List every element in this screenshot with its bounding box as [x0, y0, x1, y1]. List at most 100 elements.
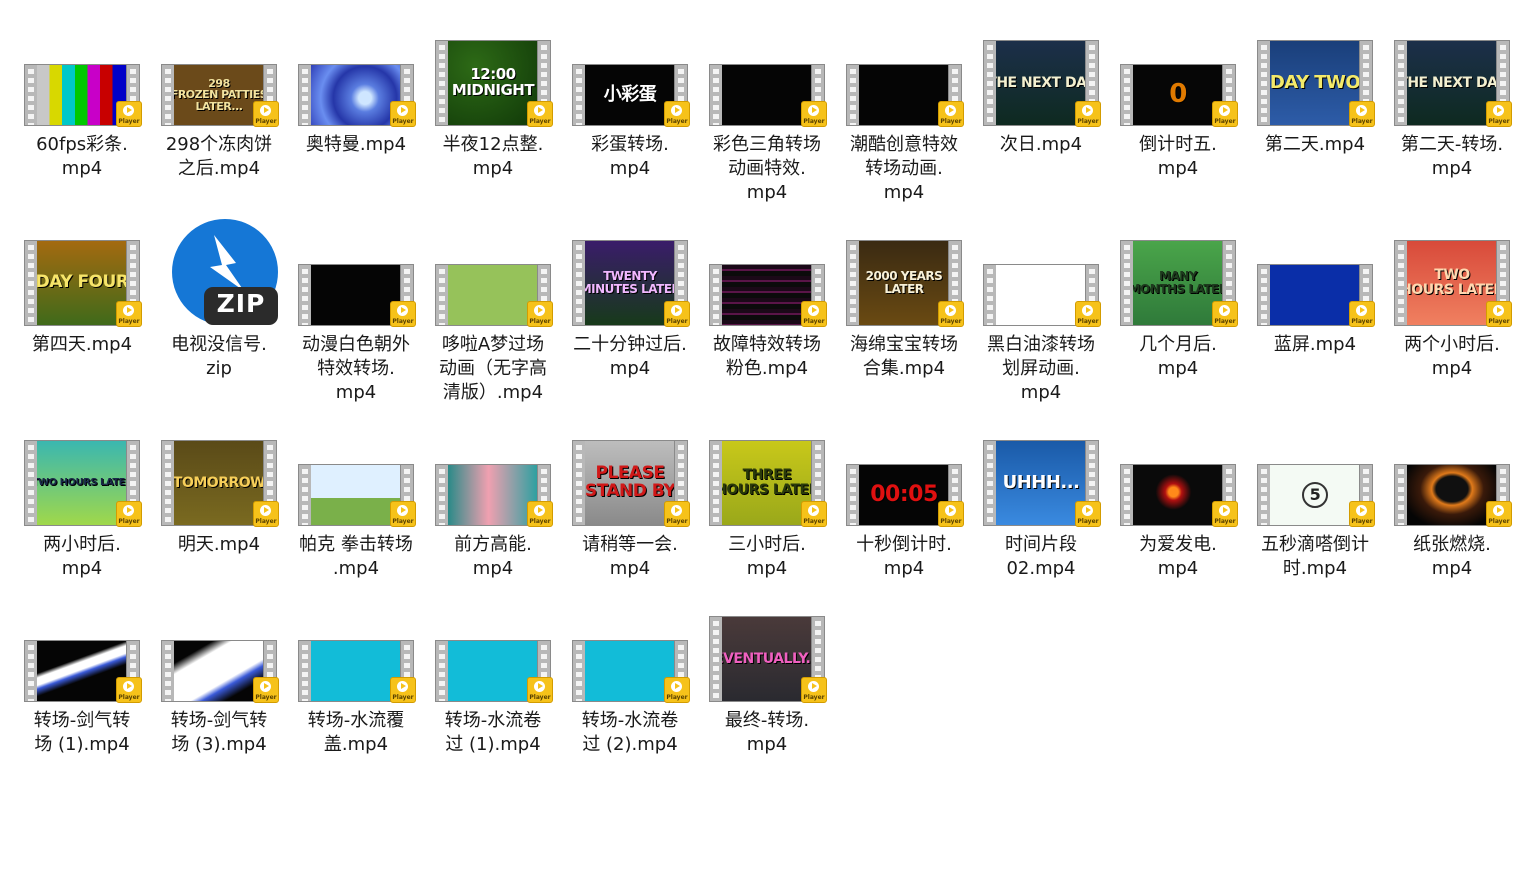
video-frame: [585, 641, 675, 701]
file-item[interactable]: 12:00 MIDNIGHT Player 半夜12点整. mp4: [426, 34, 560, 224]
file-item[interactable]: TWO HOURS LATER Player 两个小时后. mp4: [1385, 234, 1519, 424]
film-frame: MANY MONTHS LATER Player: [1120, 240, 1238, 327]
file-item[interactable]: Player 蓝屏.mp4: [1248, 234, 1382, 424]
file-item[interactable]: 5 Player 五秒滴嗒倒计 时.mp4: [1248, 434, 1382, 624]
player-badge-text: Player: [392, 518, 414, 525]
file-item[interactable]: 00:05 Player 十秒倒计时. mp4: [837, 434, 971, 624]
player-badge-text: Player: [1214, 318, 1236, 325]
file-item[interactable]: THE NEXT DAY Player 第二天-转场. mp4: [1385, 34, 1519, 224]
file-item[interactable]: 小彩蛋 Player 彩蛋转场. mp4: [563, 34, 697, 224]
file-item[interactable]: Player 前方高能. mp4: [426, 434, 560, 624]
file-item[interactable]: Player 60fps彩条. mp4: [15, 34, 149, 224]
film-frame: 小彩蛋 Player: [572, 64, 690, 127]
file-name-label: 转场-剑气转 场 (1).mp4: [33, 710, 131, 755]
file-item[interactable]: Player 彩色三角转场 动画特效. mp4: [700, 34, 834, 224]
player-badge-text: Player: [1077, 318, 1099, 325]
film-frame: Player: [435, 264, 553, 327]
file-item[interactable]: 2000 YEARS LATER Player 海绵宝宝转场 合集.mp4: [837, 234, 971, 424]
file-item[interactable]: DAY TWO Player 第二天.mp4: [1248, 34, 1382, 224]
video-frame: [722, 65, 812, 125]
file-item[interactable]: Player 黑白油漆转场 划屏动画. mp4: [974, 234, 1108, 424]
video-thumbnail: THE NEXT DAY Player: [974, 34, 1108, 132]
player-badge-icon: Player: [1486, 501, 1512, 527]
file-item[interactable]: Player 哆啦A梦过场 动画（无字高 清版）.mp4: [426, 234, 560, 424]
file-item[interactable]: Player 转场-水流覆 盖.mp4: [289, 610, 423, 800]
file-name-label: 蓝屏.mp4: [1273, 334, 1357, 355]
film-frame: PLEASE STAND BY Player: [572, 440, 690, 527]
player-badge-icon: Player: [116, 101, 142, 127]
video-frame: [174, 641, 264, 701]
file-item[interactable]: Player 为爱发电. mp4: [1111, 434, 1245, 624]
video-frame: [1133, 465, 1223, 525]
player-badge-icon: Player: [1486, 101, 1512, 127]
player-badge-icon: Player: [938, 301, 964, 327]
file-item[interactable]: DAY FOUR Player 第四天.mp4: [15, 234, 149, 424]
file-item[interactable]: Player 潮酷创意特效 转场动画. mp4: [837, 34, 971, 224]
file-name-label: 明天.mp4: [177, 534, 261, 555]
video-frame: [448, 265, 538, 325]
player-badge-text: Player: [803, 318, 825, 325]
file-item[interactable]: 298 FROZEN PATTIES LATER... Player 298个冻肉饼…: [152, 34, 286, 224]
file-item[interactable]: PLEASE STAND BY Player 请稍等一会. mp4: [563, 434, 697, 624]
file-name-label: 帕克 拳击转场 .mp4: [299, 534, 413, 579]
player-badge-icon: Player: [1212, 301, 1238, 327]
video-thumbnail: Player: [289, 234, 423, 332]
player-badge-text: Player: [529, 318, 551, 325]
player-badge-text: Player: [118, 318, 140, 325]
video-thumbnail: Player: [1248, 234, 1382, 332]
player-badge-icon: Player: [664, 677, 690, 703]
player-badge-text: Player: [666, 518, 688, 525]
file-item[interactable]: Player 帕克 拳击转场 .mp4: [289, 434, 423, 624]
file-item[interactable]: Player 纸张燃烧. mp4: [1385, 434, 1519, 624]
file-name-label: 前方高能. mp4: [454, 534, 532, 579]
file-item[interactable]: THE NEXT DAY Player 次日.mp4: [974, 34, 1108, 224]
file-name-label: 海绵宝宝转场 合集.mp4: [850, 334, 958, 379]
video-thumbnail: DAY TWO Player: [1248, 34, 1382, 132]
file-name-label: 次日.mp4: [999, 134, 1083, 155]
player-badge-icon: Player: [664, 101, 690, 127]
file-item[interactable]: TWENTY MINUTES LATER Player 二十分钟过后. mp4: [563, 234, 697, 424]
video-thumbnail: 0 Player: [1111, 34, 1245, 132]
file-item[interactable]: ZIP 电视没信号. zip: [152, 219, 286, 424]
player-badge-text: Player: [392, 118, 414, 125]
file-item[interactable]: 0 Player 倒计时五. mp4: [1111, 34, 1245, 224]
file-item[interactable]: Player 转场-水流卷 过 (2).mp4: [563, 610, 697, 800]
frame-caption: UHHH...: [1002, 471, 1080, 493]
file-item[interactable]: Player 奥特曼.mp4: [289, 34, 423, 224]
video-thumbnail: UHHH... Player: [974, 434, 1108, 532]
player-badge-icon: Player: [1075, 501, 1101, 527]
file-item[interactable]: TOMORROW Player 明天.mp4: [152, 434, 286, 624]
file-item[interactable]: Player 转场-剑气转 场 (3).mp4: [152, 610, 286, 800]
file-name-label: 纸张燃烧. mp4: [1413, 534, 1491, 579]
video-thumbnail: 小彩蛋 Player: [563, 34, 697, 132]
film-frame: Player: [1394, 464, 1512, 527]
video-thumbnail: Player: [152, 610, 286, 708]
file-item[interactable]: EVENTUALLY... Player 最终-转场. mp4: [700, 610, 834, 800]
file-item[interactable]: Player 转场-水流卷 过 (1).mp4: [426, 610, 560, 800]
file-name-label: 半夜12点整. mp4: [442, 134, 544, 179]
file-item[interactable]: Player 动漫白色朝外 特效转场. mp4: [289, 234, 423, 424]
frame-caption: 0: [1169, 79, 1187, 110]
film-frame: Player: [24, 640, 142, 703]
player-badge-text: Player: [1214, 118, 1236, 125]
player-badge-icon: Player: [801, 677, 827, 703]
player-badge-text: Player: [940, 118, 962, 125]
film-frame: Player: [298, 264, 416, 327]
player-badge-icon: Player: [527, 677, 553, 703]
file-item[interactable]: MANY MONTHS LATER Player 几个月后. mp4: [1111, 234, 1245, 424]
file-item[interactable]: THREE HOURS LATER Player 三小时后. mp4: [700, 434, 834, 624]
video-frame: [448, 641, 538, 701]
file-name-label: 彩色三角转场 动画特效. mp4: [713, 134, 821, 203]
file-name-label: 60fps彩条. mp4: [36, 134, 128, 179]
film-frame: TWENTY MINUTES LATER Player: [572, 240, 690, 327]
video-frame: DAY FOUR: [37, 241, 127, 325]
film-frame: DAY FOUR Player: [24, 240, 142, 327]
file-item[interactable]: Player 转场-剑气转 场 (1).mp4: [15, 610, 149, 800]
player-badge-icon: Player: [390, 677, 416, 703]
video-thumbnail: TWO HOURS LATER Player: [1385, 234, 1519, 332]
file-item[interactable]: UHHH... Player 时间片段 02.mp4: [974, 434, 1108, 624]
film-frame: Player: [298, 64, 416, 127]
file-item[interactable]: TWO HOURS LATER Player 两小时后. mp4: [15, 434, 149, 624]
player-badge-text: Player: [1077, 118, 1099, 125]
file-item[interactable]: Player 故障特效转场 粉色.mp4: [700, 234, 834, 424]
